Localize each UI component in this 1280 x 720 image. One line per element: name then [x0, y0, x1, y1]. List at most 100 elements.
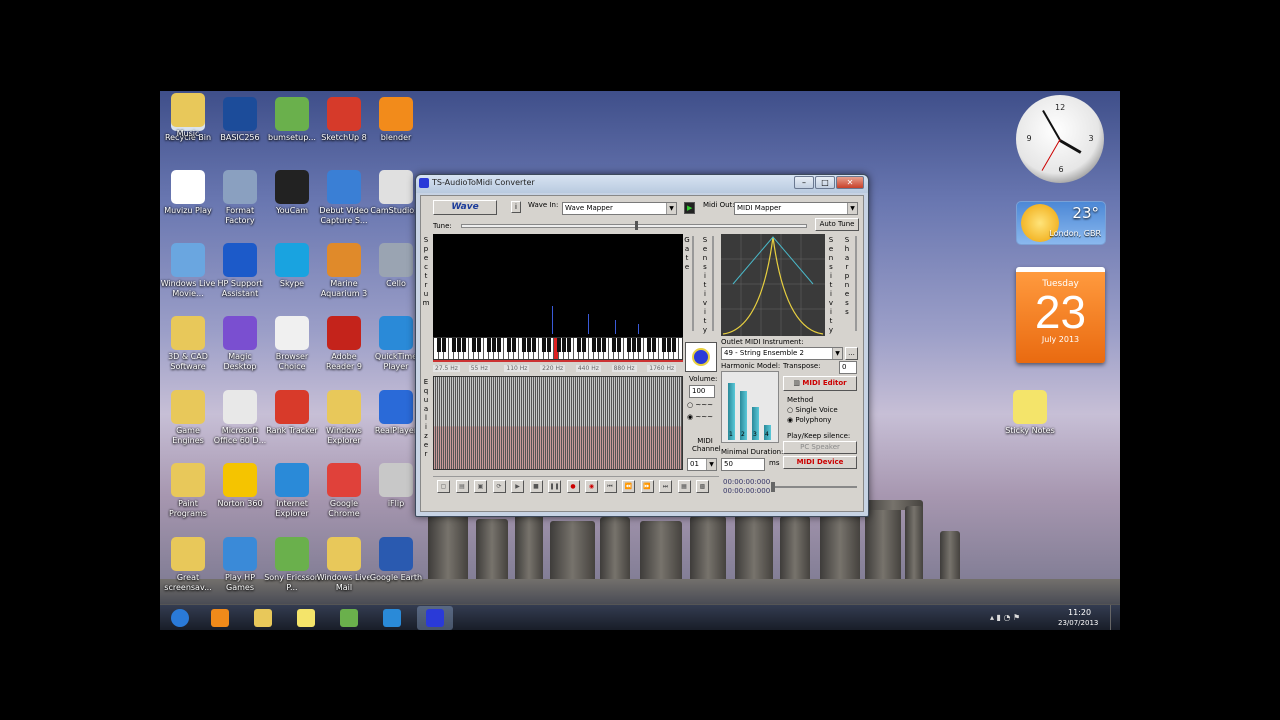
desktop-icon-google-chrome[interactable]: Google Chrome: [316, 461, 372, 531]
waveform-radio-2[interactable]: ◉ ~~~: [687, 413, 713, 421]
equalizer-band[interactable]: [464, 377, 465, 469]
equalizer-band[interactable]: [456, 377, 457, 469]
equalizer-band[interactable]: [608, 377, 609, 469]
equalizer-band[interactable]: [542, 377, 543, 469]
explorer-button[interactable]: [245, 606, 281, 630]
equalizer-band[interactable]: [612, 377, 613, 469]
piano-black-key[interactable]: [542, 338, 546, 352]
record-icon[interactable]: ●: [566, 480, 580, 493]
desktop-icon-skype[interactable]: Skype: [264, 241, 320, 311]
play-icon[interactable]: ▶: [511, 480, 524, 493]
equalizer-band[interactable]: [668, 377, 669, 469]
equalizer-band[interactable]: [634, 377, 635, 469]
stop-icon[interactable]: ■: [529, 480, 543, 493]
play-input-button[interactable]: ▶: [684, 202, 695, 214]
save-icon[interactable]: ▣: [474, 480, 487, 493]
close-button[interactable]: ✕: [836, 176, 864, 189]
desktop-icon-microsoft-office-60-d[interactable]: Microsoft Office 60 D...: [212, 388, 268, 458]
piano-white-key[interactable]: [679, 338, 682, 359]
tune-slider[interactable]: [461, 221, 807, 230]
weather-gadget[interactable]: 23° London, GBR: [1016, 201, 1106, 245]
equalizer-band[interactable]: [658, 377, 659, 469]
equalizer-band[interactable]: [592, 377, 593, 469]
export-icon[interactable]: ▦: [677, 480, 691, 493]
piano-black-key[interactable]: [497, 338, 501, 352]
gate-slider[interactable]: [692, 236, 694, 331]
equalizer-band[interactable]: [678, 377, 679, 469]
equalizer-band[interactable]: [660, 377, 661, 469]
tray-time[interactable]: 11:20: [1068, 608, 1091, 617]
show-desktop-button[interactable]: [1110, 605, 1120, 630]
piano-black-key[interactable]: [462, 338, 466, 352]
equalizer-band[interactable]: [440, 377, 441, 469]
desktop-icon-magic-desktop[interactable]: Magic Desktop: [212, 314, 268, 384]
equalizer-band[interactable]: [510, 377, 511, 469]
piano-black-key[interactable]: [472, 338, 476, 352]
equalizer-band[interactable]: [654, 377, 655, 469]
equalizer-band[interactable]: [650, 377, 651, 469]
equalizer-band[interactable]: [588, 377, 589, 469]
equalizer-band[interactable]: [656, 377, 657, 469]
equalizer-band[interactable]: [518, 377, 519, 469]
piano-black-key[interactable]: [452, 338, 456, 352]
equalizer-band[interactable]: [468, 377, 469, 469]
desktop-icon-browser-choice[interactable]: Browser Choice: [264, 314, 320, 384]
equalizer-band[interactable]: [438, 377, 439, 469]
equalizer-band[interactable]: [544, 377, 545, 469]
equalizer-band[interactable]: [480, 377, 481, 469]
equalizer-band[interactable]: [584, 377, 585, 469]
browse-button[interactable]: ...: [845, 347, 858, 360]
desktop-icon-bumsetup[interactable]: bumsetup...: [264, 95, 320, 165]
equalizer-band[interactable]: [538, 377, 539, 469]
equalizer-band[interactable]: [562, 377, 563, 469]
equalizer-band[interactable]: [576, 377, 577, 469]
pc-speaker-button[interactable]: PC Speaker: [783, 441, 857, 454]
desktop-icon-paint-programs[interactable]: Paint Programs: [160, 461, 216, 531]
desktop-icon-format-factory[interactable]: Format Factory: [212, 168, 268, 238]
desktop-icon-music[interactable]: Music: [160, 91, 216, 161]
desktop-icon-play-hp-games[interactable]: Play HP Games: [212, 535, 268, 605]
piano-black-key[interactable]: [477, 338, 481, 352]
equalizer-band[interactable]: [540, 377, 541, 469]
equalizer-band[interactable]: [530, 377, 531, 469]
equalizer-band[interactable]: [568, 377, 569, 469]
transpose-field[interactable]: 0: [839, 361, 857, 374]
equalizer-band[interactable]: [490, 377, 491, 469]
equalizer-band[interactable]: [504, 377, 505, 469]
equalizer-band[interactable]: [674, 377, 675, 469]
equalizer-band[interactable]: [554, 377, 555, 469]
equalizer-band[interactable]: [434, 377, 435, 469]
desktop-icon-youcam[interactable]: YouCam: [264, 168, 320, 238]
tray-icons[interactable]: ▴ ▮ ◔ ⚑: [990, 613, 1020, 622]
equalizer-band[interactable]: [472, 377, 473, 469]
equalizer-band[interactable]: [638, 377, 639, 469]
equalizer-band[interactable]: [636, 377, 637, 469]
desktop-icon-windows-live-mail[interactable]: Windows Live Mail: [316, 535, 372, 605]
equalizer-band[interactable]: [522, 377, 523, 469]
equalizer-band[interactable]: [552, 377, 553, 469]
auto-tune-button[interactable]: Auto Tune: [815, 218, 859, 231]
equalizer-band[interactable]: [496, 377, 497, 469]
equalizer-band[interactable]: [600, 377, 601, 469]
media-player-button[interactable]: [202, 606, 238, 630]
wave-button[interactable]: Wave: [433, 200, 497, 215]
equalizer-band[interactable]: [586, 377, 587, 469]
desktop-icon-internet-explorer[interactable]: Internet Explorer: [264, 461, 320, 531]
piano-black-key[interactable]: [562, 338, 566, 352]
desktop-icon-marine-aquarium-3[interactable]: Marine Aquarium 3: [316, 241, 372, 311]
waveform-radio-1[interactable]: ○ ~~~: [687, 401, 713, 409]
info-button[interactable]: i: [511, 201, 521, 213]
equalizer-band[interactable]: [534, 377, 535, 469]
desktop-icon-3d-cad-software[interactable]: 3D & CAD Software: [160, 314, 216, 384]
desktop-icon-debut-video-capture-s[interactable]: Debut Video Capture S...: [316, 168, 372, 238]
equalizer-band[interactable]: [436, 377, 437, 469]
calendar-gadget[interactable]: Tuesday 23 July 2013: [1016, 267, 1105, 363]
new-file-icon[interactable]: ▢: [437, 480, 450, 493]
desktop-icon-rank-tracker[interactable]: Rank Tracker: [264, 388, 320, 458]
equalizer-band[interactable]: [666, 377, 667, 469]
equalizer-band[interactable]: [462, 377, 463, 469]
tray-date[interactable]: 23/07/2013: [1058, 619, 1098, 627]
desktop-icon-google-earth[interactable]: Google Earth: [368, 535, 424, 605]
piano-black-key[interactable]: [582, 338, 586, 352]
equalizer-band[interactable]: [640, 377, 641, 469]
